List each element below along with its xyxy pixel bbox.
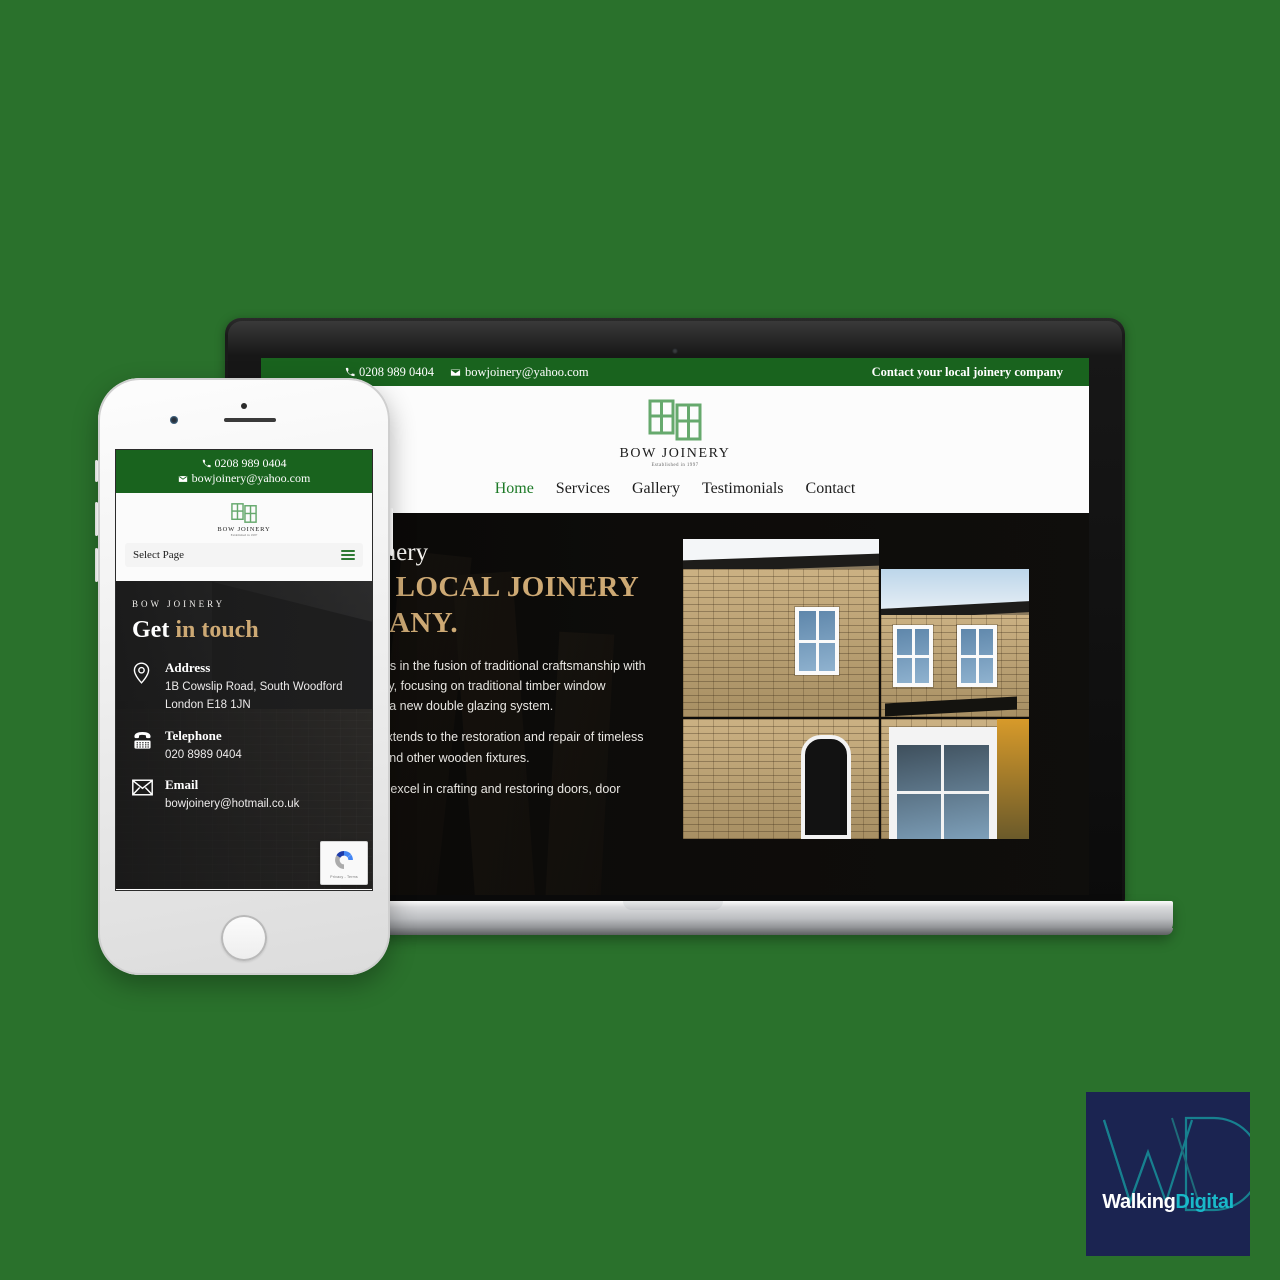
- mobile-site-logo[interactable]: BOW JOINERY Established in 1997: [116, 501, 372, 537]
- topbar-tagline: Contact your local joinery company: [871, 364, 1063, 379]
- nav-item-contact[interactable]: Contact: [806, 480, 856, 498]
- recaptcha-badge[interactable]: Privacy - Terms: [320, 841, 368, 885]
- mobile-select-page-menu[interactable]: Select Page: [125, 543, 363, 567]
- site-logo-name: BOW JOINERY: [619, 446, 731, 461]
- laptop-notch: [623, 901, 723, 910]
- mobile-topbar-phone[interactable]: 0208 989 0404: [116, 456, 372, 471]
- collage-photo-1: [683, 539, 879, 717]
- contact-value-email[interactable]: bowjoinery@hotmail.co.uk: [165, 796, 299, 814]
- map-pin-icon: [132, 660, 154, 715]
- phone-sensor-icon: [241, 403, 247, 409]
- mobile-contact-title-plain: Get: [132, 617, 176, 643]
- mobile-topbar-email-text: bowjoinery@yahoo.com: [191, 471, 311, 485]
- wd-word-digital: Digital: [1175, 1191, 1234, 1213]
- window-panes-icon: [648, 399, 702, 441]
- mobile-contact-title-accent: in touch: [175, 617, 259, 643]
- mobile-topbar-phone-text: 0208 989 0404: [214, 456, 287, 470]
- envelope-icon: [132, 777, 154, 814]
- mobile-topbar: 0208 989 0404 bowjoinery@yahoo.com: [116, 450, 372, 493]
- site-logo[interactable]: BOW JOINERY Established in 1997: [619, 396, 730, 468]
- hamburger-icon[interactable]: [341, 548, 355, 563]
- phone-mockup: 0208 989 0404 bowjoinery@yahoo.com BOW J…: [95, 378, 393, 975]
- contact-item-address: Address 1B Cowslip Road, South Woodford …: [132, 660, 356, 715]
- mobile-contact-section: BOW JOINERY Get in touch Address 1B Cows…: [116, 581, 372, 889]
- mobile-website-screen: 0208 989 0404 bowjoinery@yahoo.com BOW J…: [116, 450, 372, 890]
- envelope-icon: [450, 368, 461, 376]
- mobile-contact-eyebrow: BOW JOINERY: [132, 599, 226, 609]
- contact-label-email: Email: [165, 777, 199, 793]
- recaptcha-icon: [335, 851, 353, 869]
- topbar-email-text: bowjoinery@yahoo.com: [465, 364, 589, 379]
- phone-icon: [202, 459, 211, 468]
- phone-volume-up-button[interactable]: [95, 502, 98, 536]
- phone-speaker: [224, 418, 276, 422]
- collage-photo-3: [683, 719, 879, 839]
- mobile-contact-title: Get in touch: [132, 617, 356, 644]
- hero-photo-collage: [679, 539, 1031, 839]
- window-panes-icon: [231, 503, 257, 523]
- contact-item-email: Email bowjoinery@hotmail.co.uk: [132, 777, 356, 814]
- mobile-logo-name: BOW JOINERY: [217, 526, 271, 533]
- wd-wordmark: WalkingDigital: [1086, 1191, 1250, 1214]
- phone-power-button[interactable]: [390, 508, 393, 556]
- mobile-logo-tagline: Established in 1997: [230, 533, 258, 537]
- phone-home-button[interactable]: [221, 915, 267, 961]
- nav-item-home[interactable]: Home: [495, 480, 534, 498]
- recaptcha-text: Privacy - Terms: [330, 875, 358, 879]
- envelope-icon: [178, 475, 187, 482]
- contact-item-telephone: Telephone 020 8989 0404: [132, 728, 356, 765]
- phone-icon: [345, 367, 355, 377]
- collage-photo-4: [881, 719, 1029, 839]
- contact-value-address: 1B Cowslip Road, South Woodford London E…: [165, 681, 343, 711]
- mobile-select-page-label: Select Page: [133, 549, 185, 561]
- phone-volume-down-button[interactable]: [95, 548, 98, 582]
- topbar-phone-text: 0208 989 0404: [359, 364, 434, 379]
- desktop-topbar: 0208 989 0404 bowjoinery@yahoo.com Conta…: [261, 358, 1089, 386]
- mobile-topbar-email[interactable]: bowjoinery@yahoo.com: [116, 471, 372, 486]
- wd-monogram-icon: [1102, 1116, 1250, 1212]
- nav-item-services[interactable]: Services: [556, 480, 610, 498]
- nav-item-gallery[interactable]: Gallery: [632, 480, 680, 498]
- topbar-phone[interactable]: 0208 989 0404: [345, 365, 434, 380]
- contact-value-telephone[interactable]: 020 8989 0404: [165, 747, 242, 765]
- telephone-icon: [132, 728, 154, 765]
- wd-word-walking: Walking: [1102, 1191, 1176, 1213]
- contact-label-telephone: Telephone: [165, 727, 222, 743]
- nav-item-testimonials[interactable]: Testimonials: [702, 480, 784, 498]
- contact-label-address: Address: [165, 660, 211, 675]
- topbar-email[interactable]: bowjoinery@yahoo.com: [450, 365, 589, 380]
- walking-digital-watermark: WalkingDigital: [1086, 1092, 1250, 1256]
- phone-mute-switch[interactable]: [95, 460, 98, 482]
- mobile-site-header: BOW JOINERY Established in 1997 Select P…: [116, 493, 372, 581]
- collage-photo-2: [881, 569, 1029, 717]
- phone-camera-icon: [170, 416, 178, 424]
- laptop-camera-icon: [672, 348, 678, 354]
- site-logo-tagline: Established in 1997: [651, 463, 699, 468]
